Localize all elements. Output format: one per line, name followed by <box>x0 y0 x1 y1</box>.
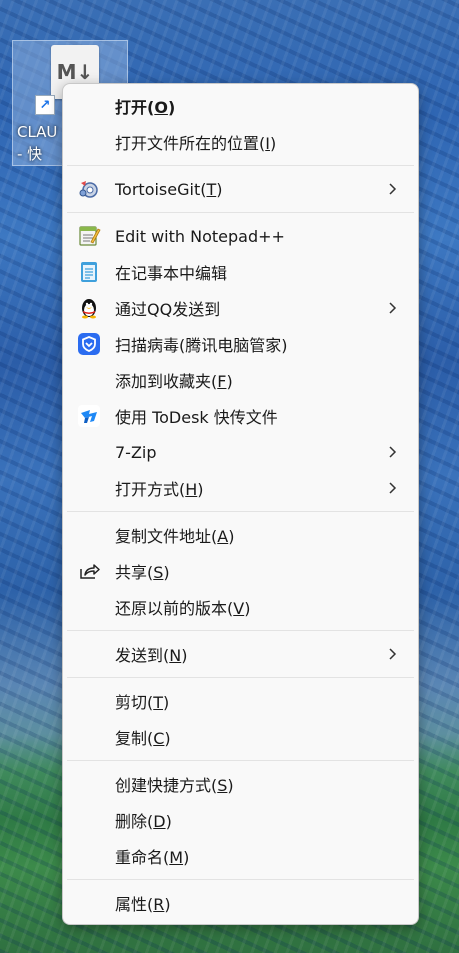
menu-item-label: TortoiseGit(T) <box>115 179 223 199</box>
tencent-pc-manager-icon <box>77 332 101 356</box>
access-key: I <box>265 134 270 153</box>
access-key: A <box>217 527 229 546</box>
access-key: S <box>217 776 228 795</box>
todesk-icon <box>77 404 101 428</box>
menu-item-open-with[interactable]: 打开方式(H) <box>67 470 414 506</box>
chevron-right-icon <box>386 443 400 461</box>
menu-separator <box>67 165 414 166</box>
menu-item-label: 7-Zip <box>115 442 157 462</box>
shortcut-arrow-icon: ↗ <box>35 95 55 115</box>
desktop-icon-label-line2: - 快 <box>17 145 43 163</box>
access-key: T <box>153 693 164 712</box>
menu-separator <box>67 511 414 512</box>
menu-item-label: 打开文件所在的位置(I) <box>115 134 277 153</box>
qq-penguin-icon <box>77 296 101 320</box>
menu-item-send-to[interactable]: 发送到(N) <box>67 636 414 672</box>
share-icon <box>77 559 101 583</box>
menu-item-properties[interactable]: 属性(R) <box>67 885 414 921</box>
chevron-right-icon <box>386 180 400 198</box>
access-key: F <box>217 372 227 391</box>
access-key: V <box>233 599 245 618</box>
tortoisegit-icon <box>77 177 101 201</box>
markdown-badge: M↓ <box>56 60 94 84</box>
menu-item-delete[interactable]: 删除(D) <box>67 802 414 838</box>
access-key: D <box>153 812 166 831</box>
menu-item-label: 打开(O) <box>115 98 176 117</box>
menu-item-label: 属性(R) <box>115 895 171 914</box>
menu-separator <box>67 630 414 631</box>
menu-item-label: 添加到收藏夹(F) <box>115 372 233 391</box>
menu-item-edit-with-notepad-plus[interactable]: Edit with Notepad++ <box>67 218 414 254</box>
menu-item-label: 发送到(N) <box>115 646 188 665</box>
menu-item-label: 扫描病毒(腾讯电脑管家) <box>115 336 288 355</box>
menu-item-7zip[interactable]: 7-Zip <box>67 434 414 470</box>
menu-item-create-shortcut[interactable]: 创建快捷方式(S) <box>67 766 414 802</box>
menu-separator <box>67 760 414 761</box>
menu-item-send-via-qq[interactable]: 通过QQ发送到 <box>67 290 414 326</box>
menu-item-label: 复制文件地址(A) <box>115 527 235 546</box>
menu-item-label: 剪切(T) <box>115 693 170 712</box>
menu-separator <box>67 212 414 213</box>
menu-item-label: 复制(C) <box>115 729 171 748</box>
menu-item-label: 删除(D) <box>115 812 172 831</box>
context-menu: 打开(O) 打开文件所在的位置(I) TortoiseGit(T) Edit with… <box>62 83 419 925</box>
chevron-right-icon <box>386 299 400 317</box>
notepad-plus-plus-icon <box>77 224 101 248</box>
menu-item-label: 共享(S) <box>115 563 170 582</box>
access-key: H <box>185 480 198 499</box>
menu-item-virus-scan[interactable]: 扫描病毒(腾讯电脑管家) <box>67 326 414 362</box>
menu-item-label: 打开方式(H) <box>115 480 204 499</box>
menu-item-label: 重命名(M) <box>115 848 190 867</box>
access-key: O <box>154 98 168 117</box>
access-key: C <box>153 729 165 748</box>
menu-item-open[interactable]: 打开(O) <box>67 88 414 124</box>
menu-item-label: 在记事本中编辑 <box>115 264 228 283</box>
menu-item-label: 还原以前的版本(V) <box>115 599 251 618</box>
menu-item-share[interactable]: 共享(S) <box>67 553 414 589</box>
access-key: N <box>169 646 182 665</box>
chevron-right-icon <box>386 645 400 663</box>
desktop-icon-label-line1: CLAU <box>17 123 58 141</box>
menu-separator <box>67 677 414 678</box>
menu-item-rename[interactable]: 重命名(M) <box>67 838 414 874</box>
access-key: S <box>153 563 164 582</box>
menu-item-label: Edit with Notepad++ <box>115 226 285 246</box>
menu-item-tortoisegit[interactable]: TortoiseGit(T) <box>67 171 414 207</box>
menu-item-label: 创建快捷方式(S) <box>115 776 234 795</box>
notepad-icon <box>77 260 101 284</box>
access-key: T <box>206 179 217 199</box>
menu-item-copy[interactable]: 复制(C) <box>67 719 414 755</box>
menu-item-label: 通过QQ发送到 <box>115 300 221 319</box>
menu-item-edit-in-notepad[interactable]: 在记事本中编辑 <box>67 254 414 290</box>
menu-item-restore-previous-versions[interactable]: 还原以前的版本(V) <box>67 589 414 625</box>
menu-separator <box>67 879 414 880</box>
access-key: R <box>153 895 165 914</box>
menu-item-todesk-transfer[interactable]: 使用 ToDesk 快传文件 <box>67 398 414 434</box>
menu-item-cut[interactable]: 剪切(T) <box>67 683 414 719</box>
menu-item-open-file-location[interactable]: 打开文件所在的位置(I) <box>67 124 414 160</box>
access-key: M <box>169 848 184 867</box>
chevron-right-icon <box>386 479 400 497</box>
menu-item-label: 使用 ToDesk 快传文件 <box>115 408 278 427</box>
menu-item-copy-file-path[interactable]: 复制文件地址(A) <box>67 517 414 553</box>
menu-item-add-to-favorites[interactable]: 添加到收藏夹(F) <box>67 362 414 398</box>
